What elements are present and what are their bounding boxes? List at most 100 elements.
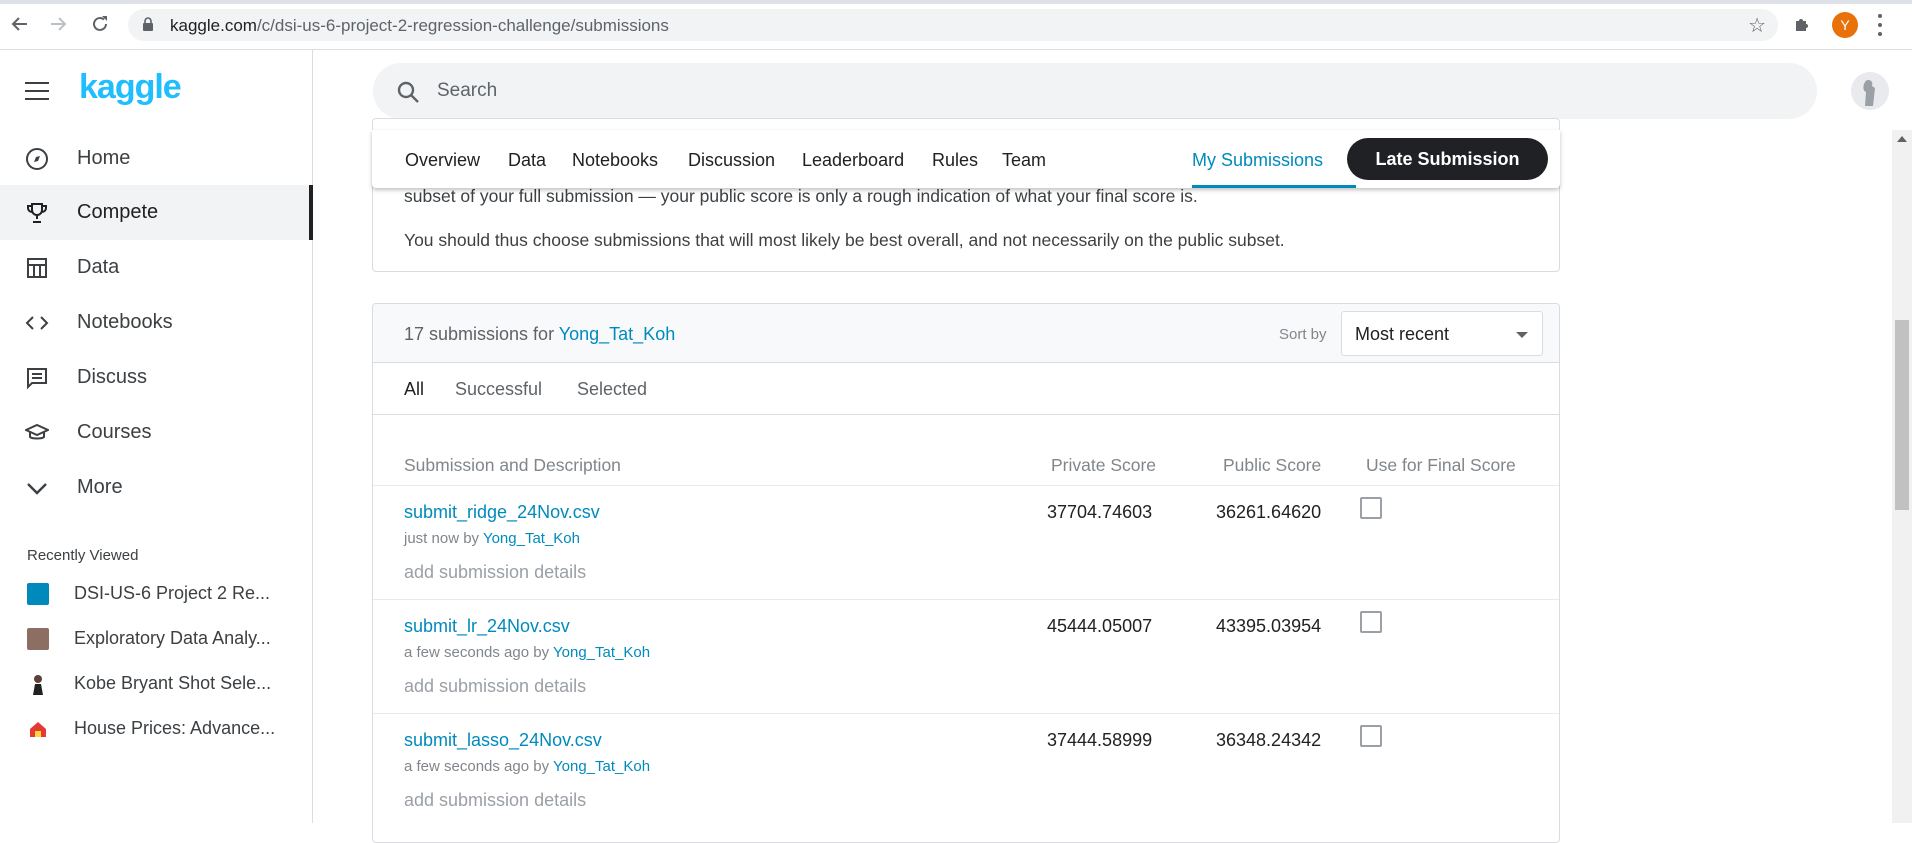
tab-overview[interactable]: Overview: [405, 150, 480, 171]
forward-icon[interactable]: [46, 12, 70, 36]
chevron-down-icon: [24, 475, 50, 501]
url-text: kaggle.com/c/dsi-us-6-project-2-regressi…: [170, 16, 669, 35]
competition-thumbnail: [27, 583, 49, 605]
submission-file-link[interactable]: submit_lr_24Nov.csv: [404, 616, 570, 637]
sidebar-item-notebooks[interactable]: Notebooks: [0, 295, 313, 350]
sidebar-item-label: Home: [77, 147, 131, 169]
back-icon[interactable]: [8, 12, 32, 36]
sidebar-item-label: Compete: [77, 201, 159, 223]
lock-icon: [143, 17, 153, 31]
sidebar-item-data[interactable]: Data: [0, 240, 313, 295]
user-link[interactable]: Yong_Tat_Koh: [553, 758, 650, 775]
extensions-icon[interactable]: [1792, 13, 1814, 35]
add-details-link[interactable]: add submission details: [404, 790, 586, 811]
search-icon: [397, 81, 419, 103]
submission-filters: All Successful Selected: [373, 363, 1559, 415]
private-score: 37704.74603: [1047, 502, 1153, 522]
recent-item[interactable]: Exploratory Data Analy...: [0, 618, 313, 658]
scrollbar-thumb[interactable]: [1895, 320, 1909, 510]
sidebar: kaggle Home Compete Data Notebooks Discu…: [0, 50, 313, 823]
tab-rules[interactable]: Rules: [932, 150, 978, 171]
sidebar-item-label: Courses: [77, 421, 152, 443]
sort-value: Most recent: [1355, 324, 1450, 344]
sidebar-item-compete[interactable]: Compete: [0, 185, 313, 240]
dropdown-caret-icon: [1516, 332, 1528, 338]
reload-icon[interactable]: [88, 12, 112, 36]
sidebar-item-more[interactable]: More: [0, 460, 313, 515]
page-scrollbar[interactable]: [1892, 130, 1912, 823]
submission-file-link[interactable]: submit_lasso_24Nov.csv: [404, 730, 602, 751]
add-details-link[interactable]: add submission details: [404, 562, 586, 583]
user-link[interactable]: Yong_Tat_Koh: [553, 644, 650, 661]
filter-selected[interactable]: Selected: [577, 379, 647, 400]
address-bar[interactable]: kaggle.com/c/dsi-us-6-project-2-regressi…: [128, 9, 1778, 41]
scroll-up-arrow-icon[interactable]: [1897, 136, 1907, 142]
recent-item-label: Exploratory Data Analy...: [74, 628, 271, 648]
final-score-checkbox[interactable]: [1360, 725, 1382, 747]
sidebar-item-courses[interactable]: Courses: [0, 405, 313, 460]
recently-viewed-heading: Recently Viewed: [27, 547, 139, 564]
search-input[interactable]: [437, 76, 1737, 106]
submission-meta: a few seconds ago by Yong_Tat_Koh: [404, 644, 651, 661]
submission-file-link[interactable]: submit_ridge_24Nov.csv: [404, 502, 600, 523]
recent-item[interactable]: House Prices: Advance...: [0, 708, 313, 748]
competition-tabs: Overview Data Notebooks Discussion Leade…: [372, 130, 1560, 188]
private-score: 45444.05007: [1047, 616, 1153, 636]
filter-successful[interactable]: Successful: [455, 379, 542, 400]
user-avatar[interactable]: [1851, 72, 1889, 110]
kaggle-logo[interactable]: kaggle: [79, 68, 182, 107]
recent-item-label: Kobe Bryant Shot Sele...: [74, 673, 272, 693]
column-header-private-score: Private Score: [1051, 455, 1157, 475]
sort-label: Sort by: [1279, 326, 1327, 343]
tab-strip: [0, 0, 1912, 4]
tab-my-submissions[interactable]: My Submissions: [1192, 150, 1323, 171]
column-header-public-score: Public Score: [1223, 455, 1322, 475]
sidebar-item-discuss[interactable]: Discuss: [0, 350, 313, 405]
final-score-checkbox[interactable]: [1360, 497, 1382, 519]
tab-discussion[interactable]: Discussion: [688, 150, 775, 171]
sort-dropdown[interactable]: Most recent: [1341, 311, 1543, 356]
public-score: 36261.64620: [1216, 502, 1322, 522]
code-icon: [24, 310, 50, 336]
user-link[interactable]: Yong_Tat_Koh: [483, 530, 580, 547]
bookmark-star-icon[interactable]: ☆: [1748, 13, 1766, 38]
submission-meta: a few seconds ago by Yong_Tat_Koh: [404, 758, 651, 775]
tab-notebooks[interactable]: Notebooks: [572, 150, 658, 171]
private-score: 37444.58999: [1047, 730, 1153, 750]
column-header-final-score: Use for Final Score: [1366, 455, 1516, 475]
table-icon: [24, 255, 50, 281]
competition-thumbnail: [27, 718, 49, 740]
public-score: 43395.03954: [1216, 616, 1322, 636]
submissions-card: 17 submissions for Yong_Tat_Koh Sort by …: [372, 303, 1560, 843]
browser-toolbar: kaggle.com/c/dsi-us-6-project-2-regressi…: [0, 0, 1912, 50]
tab-data[interactable]: Data: [508, 150, 546, 171]
recent-item[interactable]: DSI-US-6 Project 2 Re...: [0, 573, 313, 613]
tab-leaderboard[interactable]: Leaderboard: [802, 150, 904, 171]
tab-team[interactable]: Team: [1002, 150, 1046, 171]
divider: [373, 713, 1559, 714]
sidebar-item-label: Discuss: [77, 366, 148, 388]
final-score-checkbox[interactable]: [1360, 611, 1382, 633]
hamburger-menu-icon[interactable]: [25, 82, 49, 100]
late-submission-button[interactable]: Late Submission: [1347, 138, 1548, 180]
user-link[interactable]: Yong_Tat_Koh: [559, 324, 675, 344]
browser-menu-icon[interactable]: [1876, 12, 1884, 38]
info-text: You should thus choose submissions that …: [404, 230, 1285, 250]
sidebar-item-label: More: [77, 476, 123, 498]
public-score: 36348.24342: [1216, 730, 1322, 750]
trophy-icon: [24, 200, 50, 226]
divider: [373, 599, 1559, 600]
active-tab-indicator: [1192, 185, 1356, 188]
recent-item-label: House Prices: Advance...: [74, 718, 276, 738]
sidebar-item-label: Data: [77, 256, 120, 278]
add-details-link[interactable]: add submission details: [404, 676, 586, 697]
search-bar: [373, 63, 1817, 119]
sidebar-item-home[interactable]: Home: [0, 131, 313, 186]
filter-all[interactable]: All: [404, 379, 424, 400]
info-text: subset of your full submission — your pu…: [404, 186, 1198, 206]
profile-avatar[interactable]: Y: [1832, 12, 1858, 38]
discussion-icon: [24, 365, 50, 391]
graduation-cap-icon: [24, 420, 50, 446]
submission-count: 17 submissions for Yong_Tat_Koh: [404, 324, 676, 344]
recent-item[interactable]: Kobe Bryant Shot Sele...: [0, 663, 313, 703]
